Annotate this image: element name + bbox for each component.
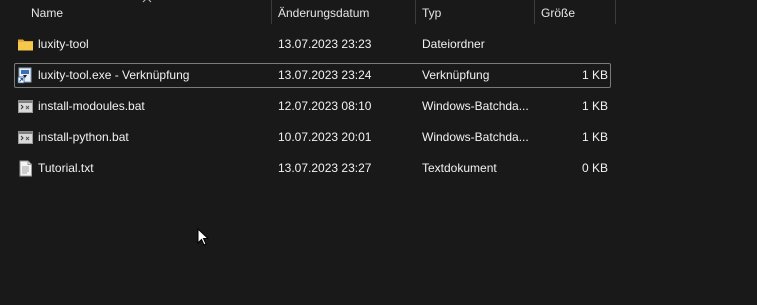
mouse-cursor-icon	[197, 228, 209, 246]
list-item[interactable]: install-modoules.bat 12.07.2023 08:10 Wi…	[14, 94, 611, 119]
batch-file-icon	[18, 131, 33, 144]
file-type: Windows-Batchda...	[422, 99, 529, 113]
folder-icon	[18, 39, 33, 51]
column-divider[interactable]	[271, 0, 272, 24]
file-date: 13.07.2023 23:24	[278, 68, 372, 82]
file-type: Windows-Batchda...	[422, 130, 529, 144]
file-size: 0 KB	[581, 161, 608, 175]
column-date-header[interactable]: Änderungsdatum	[278, 0, 369, 26]
file-name: luxity-tool	[38, 37, 89, 51]
file-date: 13.07.2023 23:27	[278, 161, 372, 175]
text-file-icon	[19, 160, 32, 177]
file-date: 10.07.2023 20:01	[278, 130, 372, 144]
file-size: 1 KB	[581, 68, 608, 82]
column-name-header[interactable]: Name	[31, 0, 63, 26]
column-divider[interactable]	[415, 0, 416, 24]
file-size: 1 KB	[581, 130, 608, 144]
file-size	[540, 32, 608, 57]
batch-file-icon	[18, 100, 33, 113]
column-header: Name Änderungsdatum Typ Größe	[0, 0, 757, 28]
list-item[interactable]: luxity-tool 13.07.2023 23:23 Dateiordner	[14, 32, 611, 57]
list-item[interactable]: install-python.bat 10.07.2023 20:01 Wind…	[14, 125, 611, 150]
column-divider[interactable]	[615, 0, 616, 24]
file-type: Textdokument	[422, 161, 497, 175]
file-date: 13.07.2023 23:23	[278, 37, 372, 51]
shortcut-icon	[17, 67, 32, 84]
list-item[interactable]: Tutorial.txt 13.07.2023 23:27 Textdokume…	[14, 156, 611, 181]
file-name: install-modoules.bat	[38, 99, 145, 113]
file-explorer-list: Name Änderungsdatum Typ Größe luxity-too…	[0, 0, 757, 305]
file-name: Tutorial.txt	[38, 161, 94, 175]
sort-ascending-icon	[142, 0, 152, 3]
list-item[interactable]: luxity-tool.exe - Verknüpfung 13.07.2023…	[14, 63, 611, 88]
file-name: install-python.bat	[38, 130, 129, 144]
file-type: Dateiordner	[422, 37, 485, 51]
column-type-header[interactable]: Typ	[422, 0, 441, 26]
file-date: 12.07.2023 08:10	[278, 99, 372, 113]
file-size: 1 KB	[581, 99, 608, 113]
column-divider[interactable]	[534, 0, 535, 24]
file-type: Verknüpfung	[422, 68, 490, 82]
file-name: luxity-tool.exe - Verknüpfung	[38, 68, 190, 82]
column-size-header[interactable]: Größe	[541, 0, 575, 26]
